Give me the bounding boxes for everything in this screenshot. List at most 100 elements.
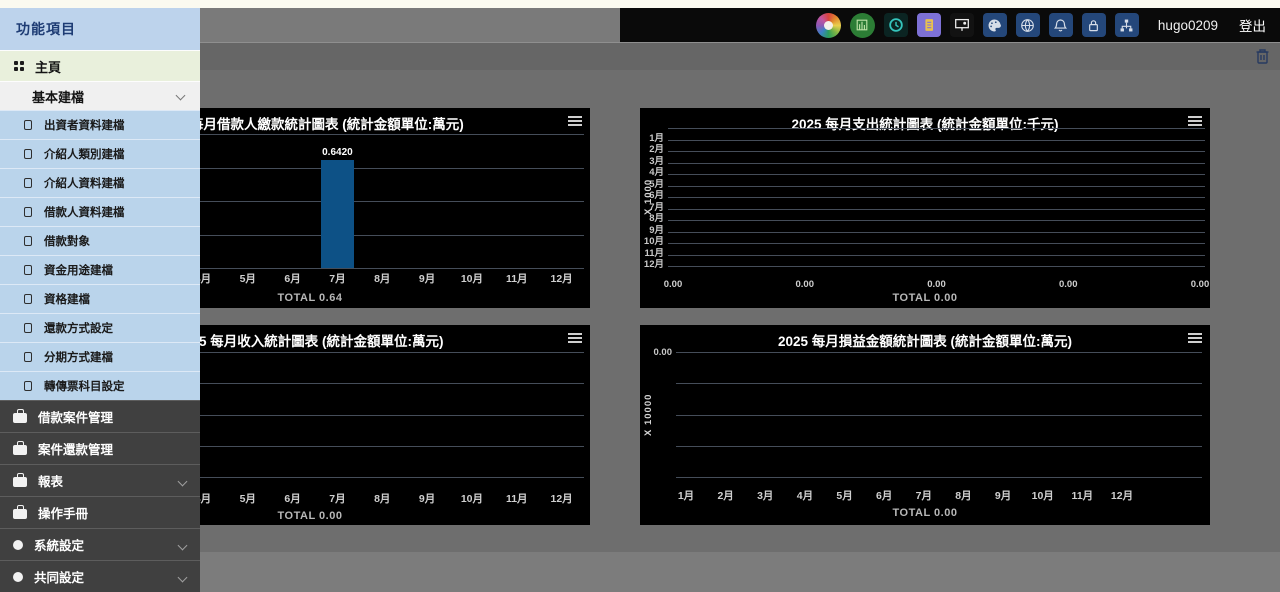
sidebar-item-label: 介紹人類別建檔 — [44, 146, 125, 162]
x-axis-label: 9月 — [995, 488, 1011, 503]
x-axis-label: 11月 — [506, 491, 528, 506]
sidebar-item-還款方式設定[interactable]: 還款方式設定 — [0, 313, 200, 342]
bank-logo-icon[interactable] — [850, 13, 875, 38]
bar[interactable] — [321, 160, 354, 268]
sidebar: 功能項目 主頁 基本建檔 出資者資料建檔介紹人類別建檔介紹人資料建檔借款人資料建… — [0, 8, 200, 592]
lock-icon[interactable] — [1082, 13, 1106, 37]
checkbox-icon — [24, 178, 32, 188]
presentation-icon[interactable] — [950, 13, 974, 37]
gridline — [668, 255, 1205, 256]
y-axis-label: 12月 — [640, 256, 664, 270]
x-axis-label: 5月 — [240, 491, 256, 506]
sidebar-item-label: 借款對象 — [44, 233, 90, 249]
circle-icon — [13, 540, 23, 550]
checkbox-icon — [24, 381, 32, 391]
clock-icon[interactable] — [884, 13, 908, 37]
x-axis-label: 8月 — [374, 271, 390, 286]
x-axis-label: 5月 — [836, 488, 852, 503]
x-axis-label: 6月 — [284, 271, 300, 286]
x-axis-label: 9月 — [419, 271, 435, 286]
briefcase-icon — [13, 477, 27, 487]
gridline — [676, 415, 1202, 416]
gridline — [668, 209, 1205, 210]
chevron-down-icon — [176, 91, 186, 101]
sidebar-item-label: 案件還款管理 — [38, 439, 113, 458]
x-axis-tick-label: 0.00 — [927, 279, 946, 290]
checkbox-icon — [24, 207, 32, 217]
sidebar-item-資格建檔[interactable]: 資格建檔 — [0, 284, 200, 313]
page: hugo0209 登出 2025 每月借款人繳款統計圖表 (統計金額單位:萬元)… — [0, 0, 1280, 592]
checkbox-icon — [24, 265, 32, 275]
x-axis-label: 12月 — [550, 491, 572, 506]
colorful-logo-icon[interactable] — [816, 13, 841, 38]
x-axis-label: 3月 — [757, 488, 773, 503]
x-axis-label: 6月 — [876, 488, 892, 503]
x-axis-label: 1月 — [678, 488, 694, 503]
x-axis-label: 2月 — [717, 488, 733, 503]
sidebar-item-label: 報表 — [38, 471, 63, 490]
checkbox-icon — [24, 120, 32, 130]
logout-button[interactable]: 登出 — [1239, 15, 1266, 35]
trash-icon[interactable] — [1255, 48, 1270, 70]
sidebar-item-借款案件管理[interactable]: 借款案件管理 — [0, 400, 200, 432]
gridline — [668, 232, 1205, 233]
x-axis-label: 11月 — [1072, 488, 1094, 503]
palette-icon[interactable] — [983, 13, 1007, 37]
sidebar-item-label: 借款人資料建檔 — [44, 204, 125, 220]
gridline — [676, 352, 1202, 353]
scroll-icon[interactable] — [917, 13, 941, 37]
y-axis-tick-label: 0.00 — [640, 347, 672, 358]
sidebar-item-label: 操作手冊 — [38, 503, 88, 522]
grid-icon — [14, 61, 25, 72]
x-axis-label: 10月 — [461, 271, 483, 286]
x-axis-label: 12月 — [550, 271, 572, 286]
bell-icon[interactable] — [1049, 13, 1073, 37]
globe-icon[interactable] — [1016, 13, 1040, 37]
gridline — [668, 151, 1205, 152]
topbar-icons — [816, 13, 1139, 38]
topbar-user-area: hugo0209 登出 — [620, 8, 1280, 42]
gridline — [668, 266, 1205, 267]
gridline — [676, 383, 1202, 384]
chevron-down-icon — [178, 477, 188, 487]
sidebar-group-basic-setup[interactable]: 基本建檔 — [0, 81, 200, 110]
sidebar-item-借款人資料建檔[interactable]: 借款人資料建檔 — [0, 197, 200, 226]
sidebar-item-介紹人類別建檔[interactable]: 介紹人類別建檔 — [0, 139, 200, 168]
sidebar-item-label: 轉傳票科目設定 — [44, 378, 125, 394]
gridline — [668, 163, 1205, 164]
sidebar-item-系統設定[interactable]: 系統設定 — [0, 528, 200, 560]
chart-panel-monthly-profit-loss: 2025 每月損益金額統計圖表 (統計金額單位:萬元) 1月2月3月4月5月6月… — [640, 325, 1210, 525]
y-axis-title: X 1000 — [643, 167, 654, 227]
gridline — [668, 174, 1205, 175]
x-axis-label: 9月 — [419, 491, 435, 506]
chart-total: TOTAL 0.00 — [640, 292, 1210, 304]
gridline — [676, 477, 1202, 478]
x-axis-tick-label: 0.00 — [664, 279, 683, 290]
sidebar-item-案件還款管理[interactable]: 案件還款管理 — [0, 432, 200, 464]
sidebar-item-home[interactable]: 主頁 — [0, 50, 200, 81]
sidebar-item-label: 系統設定 — [34, 535, 84, 554]
gridline — [668, 220, 1205, 221]
sitemap-icon[interactable] — [1115, 13, 1139, 37]
sidebar-item-共同設定[interactable]: 共同設定 — [0, 560, 200, 592]
bar-value-label: 0.6420 — [322, 147, 353, 158]
gridline — [668, 243, 1205, 244]
sidebar-item-轉傳票科目設定[interactable]: 轉傳票科目設定 — [0, 371, 200, 400]
sidebar-item-label: 還款方式設定 — [44, 320, 113, 336]
briefcase-icon — [13, 445, 27, 455]
circle-icon — [13, 572, 23, 582]
x-axis-label: 10月 — [461, 491, 483, 506]
x-axis-label: 7月 — [916, 488, 932, 503]
gridline — [668, 140, 1205, 141]
x-axis-tick-label: 0.00 — [796, 279, 815, 290]
sidebar-item-出資者資料建檔[interactable]: 出資者資料建檔 — [0, 110, 200, 139]
sidebar-item-介紹人資料建檔[interactable]: 介紹人資料建檔 — [0, 168, 200, 197]
sidebar-item-借款對象[interactable]: 借款對象 — [0, 226, 200, 255]
sidebar-item-資金用途建檔[interactable]: 資金用途建檔 — [0, 255, 200, 284]
sidebar-item-操作手冊[interactable]: 操作手冊 — [0, 496, 200, 528]
checkbox-icon — [24, 149, 32, 159]
sidebar-item-報表[interactable]: 報表 — [0, 464, 200, 496]
sidebar-item-label: 主頁 — [35, 57, 61, 76]
sidebar-item-label: 借款案件管理 — [38, 407, 113, 426]
sidebar-item-分期方式建檔[interactable]: 分期方式建檔 — [0, 342, 200, 371]
